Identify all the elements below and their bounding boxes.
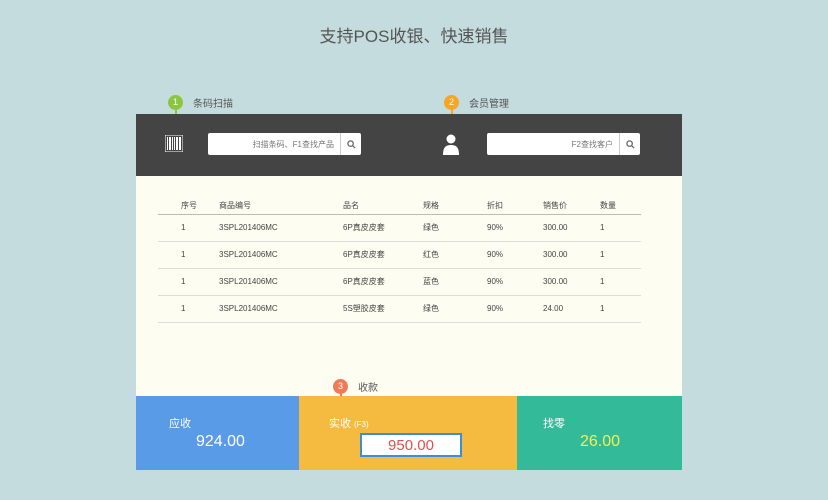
cell-discount: 90% (466, 295, 524, 323)
cell-spec: 绿色 (402, 214, 466, 242)
customer-search-input[interactable] (487, 133, 619, 155)
callout-label: 条码扫描 (193, 98, 233, 110)
table-row[interactable]: 1 3SPL201406MC 6P真皮皮套 蓝色 90% 300.00 1 (158, 268, 641, 296)
table-row[interactable]: 1 3SPL201406MC 5S塑胶皮套 绿色 90% 24.00 1 (158, 295, 641, 323)
received-panel: 实收 (F3) (299, 396, 517, 470)
customer-search-box (487, 133, 640, 155)
page-title: 支持POS收银、快速销售 (319, 27, 509, 46)
receivable-amount: 924.00 (196, 433, 245, 450)
header-seq: 序号 (158, 197, 207, 215)
cell-price: 300.00 (524, 268, 588, 296)
change-amount: 26.00 (580, 433, 621, 450)
header-spec: 规格 (402, 197, 466, 215)
sales-table: 序号 商品编号 品名 规格 折扣 销售价 数量 1 3SPL201406MC 6… (158, 197, 641, 323)
table-row[interactable]: 1 3SPL201406MC 6P真皮皮套 绿色 90% 300.00 1 (158, 214, 641, 242)
received-shortcut: (F3) (354, 420, 369, 429)
received-amount-input[interactable] (360, 433, 462, 457)
header-code: 商品编号 (207, 197, 322, 215)
search-icon (625, 139, 635, 149)
change-label: 找零 (543, 418, 565, 430)
cell-discount: 90% (466, 268, 524, 296)
product-search-button[interactable] (340, 133, 361, 155)
cell-name: 6P真皮皮套 (322, 214, 402, 242)
cell-seq: 1 (158, 214, 207, 242)
received-label-group: 实收 (F3) (329, 415, 369, 431)
header-price: 销售价 (524, 197, 588, 215)
cell-price: 300.00 (524, 214, 588, 242)
cell-spec: 蓝色 (402, 268, 466, 296)
callout-number: 3 (333, 379, 348, 394)
callout-number: 2 (444, 95, 459, 110)
cell-code: 3SPL201406MC (207, 268, 322, 296)
header-qty: 数量 (588, 197, 641, 215)
cell-qty: 1 (588, 295, 641, 323)
cell-code: 3SPL201406MC (207, 214, 322, 242)
receivable-panel: 应收 924.00 (136, 396, 299, 470)
cell-spec: 红色 (402, 241, 466, 269)
cell-spec: 绿色 (402, 295, 466, 323)
product-search-input[interactable] (208, 133, 340, 155)
user-icon[interactable] (443, 134, 459, 155)
callout-label: 会员管理 (469, 98, 509, 110)
cell-name: 5S塑胶皮套 (322, 295, 402, 323)
callout-number: 1 (168, 95, 183, 110)
product-search-box (208, 133, 361, 155)
cell-discount: 90% (466, 241, 524, 269)
cell-seq: 1 (158, 241, 207, 269)
search-icon (346, 139, 356, 149)
cell-seq: 1 (158, 268, 207, 296)
cell-code: 3SPL201406MC (207, 295, 322, 323)
cell-price: 300.00 (524, 241, 588, 269)
cell-name: 6P真皮皮套 (322, 241, 402, 269)
cell-code: 3SPL201406MC (207, 241, 322, 269)
cell-qty: 1 (588, 214, 641, 242)
pos-toolbar (136, 114, 682, 176)
cell-seq: 1 (158, 295, 207, 323)
cell-discount: 90% (466, 214, 524, 242)
callout-label: 收款 (358, 382, 378, 394)
table-header-row: 序号 商品编号 品名 规格 折扣 销售价 数量 (158, 197, 641, 215)
barcode-icon[interactable] (165, 135, 183, 152)
cell-name: 6P真皮皮套 (322, 268, 402, 296)
cell-qty: 1 (588, 268, 641, 296)
receivable-label: 应收 (169, 418, 191, 430)
header-name: 品名 (322, 197, 402, 215)
table-row[interactable]: 1 3SPL201406MC 6P真皮皮套 红色 90% 300.00 1 (158, 241, 641, 269)
customer-search-button[interactable] (619, 133, 640, 155)
received-label: 实收 (329, 418, 351, 430)
sales-list-panel: 序号 商品编号 品名 规格 折扣 销售价 数量 1 3SPL201406MC 6… (136, 176, 682, 396)
change-panel: 找零 26.00 (517, 396, 682, 470)
cell-price: 24.00 (524, 295, 588, 323)
cell-qty: 1 (588, 241, 641, 269)
header-discount: 折扣 (466, 197, 524, 215)
